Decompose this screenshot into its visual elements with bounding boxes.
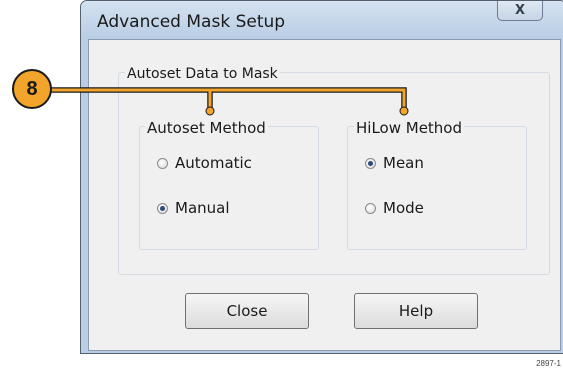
callout-number-badge: 8	[12, 69, 52, 109]
callout-dot-hilow	[399, 106, 409, 116]
callout-dot-autoset	[205, 106, 215, 116]
callout-leader-lines	[49, 87, 409, 116]
figure-id: 2897-1	[536, 359, 561, 368]
